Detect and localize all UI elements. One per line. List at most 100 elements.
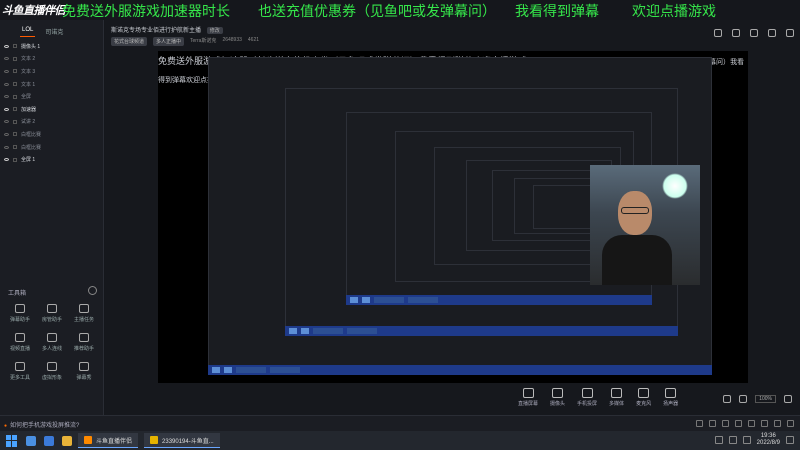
scene-item[interactable]: 白框比赛 xyxy=(4,141,100,154)
camera-icon xyxy=(552,388,564,398)
system-clock[interactable]: 19:36 2022/8/9 xyxy=(757,433,780,447)
lock-icon[interactable] xyxy=(13,132,17,137)
eye-icon[interactable] xyxy=(4,82,9,86)
eye-icon[interactable] xyxy=(4,120,9,124)
lock-icon[interactable] xyxy=(13,157,17,162)
marquee-banner: 斗鱼直播伴侣 免费送外服游戏加速器时长 也送充值优惠券（见鱼吧或发弹幕问） 我看… xyxy=(0,0,800,20)
source-mic[interactable]: 麦克风 xyxy=(636,388,651,407)
expand-icon[interactable] xyxy=(784,395,792,403)
taskbar-app-label: 斗鱼直播伴侣 xyxy=(96,438,133,445)
person-body xyxy=(602,235,672,285)
grid-icon[interactable] xyxy=(768,29,776,37)
settings-icon[interactable] xyxy=(750,29,758,37)
save-icon[interactable] xyxy=(714,29,722,37)
screenshot-icon[interactable] xyxy=(739,395,748,403)
source-toolbar: 直播屏幕 摄像头 手机投屏 多媒体 麦克风 扬声器 xyxy=(518,388,678,407)
eye-icon[interactable] xyxy=(4,145,9,149)
scene-item[interactable]: 全屏 1 xyxy=(4,153,100,166)
taskbar-app-douyu[interactable]: 斗鱼直播伴侣 xyxy=(78,433,139,448)
category-pill[interactable]: 花式台球频道 xyxy=(111,37,148,46)
monitor-icon xyxy=(522,388,534,398)
scene-list: 摄像头 1 文本 2 文本 3 文本 1 全屏 加速器 试讲 2 白框比赛 白框比赛 全屏 1 xyxy=(4,40,100,166)
scene-item[interactable]: 摄像头 1 xyxy=(4,40,100,53)
scene-item[interactable]: 白框比赛 xyxy=(4,128,100,141)
nested-taskbar xyxy=(284,325,678,336)
tab-snooker[interactable]: 司诺克 xyxy=(43,26,65,37)
file-explorer-icon[interactable] xyxy=(62,435,72,446)
task-icon xyxy=(79,304,89,313)
webcam-overlay xyxy=(590,165,700,285)
eye-icon[interactable] xyxy=(4,132,9,136)
eye-icon[interactable] xyxy=(4,158,9,162)
lock-icon[interactable] xyxy=(13,69,17,74)
avatar-icon xyxy=(47,362,57,371)
edge-browser-icon[interactable] xyxy=(44,435,54,446)
search-icon[interactable] xyxy=(26,435,36,446)
lock-icon[interactable] xyxy=(13,56,17,61)
room-title-text: 斯诺克专场专业佰进行护航新主播 xyxy=(111,28,202,34)
source-speaker[interactable]: 扬声器 xyxy=(663,388,678,407)
app-logo: 斗鱼直播伴侣 xyxy=(2,5,66,17)
tool-admin[interactable]: 房管助手 xyxy=(36,304,68,323)
help-notice[interactable]: 如何把手机游戏投屏推流? xyxy=(4,420,79,429)
tool-avatar[interactable]: 虚拟形象 xyxy=(36,362,68,381)
scene-item[interactable]: 试讲 2 xyxy=(4,116,100,129)
room-meta: 花式台球频道 多人正播中 Terra斯诺克 2648933 4621 xyxy=(111,37,259,46)
tray-arrow-icon[interactable] xyxy=(714,436,723,444)
source-phone-cast[interactable]: 手机投屏 xyxy=(577,388,597,407)
source-monitor[interactable]: 直播屏幕 xyxy=(518,388,538,407)
wifi-icon[interactable] xyxy=(728,436,737,444)
source-camera[interactable]: 摄像头 xyxy=(550,388,565,407)
lock-icon[interactable] xyxy=(13,119,17,124)
scene-item[interactable]: 文本 2 xyxy=(4,53,100,66)
zoom-level[interactable]: 100% xyxy=(755,395,776,403)
mode-pill[interactable]: 多人正播中 xyxy=(153,37,185,46)
eye-icon[interactable] xyxy=(4,69,9,73)
fps-icon xyxy=(748,420,755,427)
tool-more[interactable]: 更多工具 xyxy=(4,362,36,381)
fullscreen-icon[interactable] xyxy=(786,29,794,37)
tab-lol[interactable]: LOL xyxy=(20,26,36,37)
tool-link[interactable]: 多人连线 xyxy=(36,333,68,352)
eye-icon[interactable] xyxy=(4,107,9,111)
scene-label: 全屏 1 xyxy=(21,157,36,164)
lock-icon[interactable] xyxy=(13,145,17,150)
source-label: 多媒体 xyxy=(609,401,625,407)
tool-label: 主播任务 xyxy=(73,317,94,323)
mic-icon xyxy=(638,388,650,398)
tool-label: 多人连线 xyxy=(41,346,62,352)
scene-label: 全屏 xyxy=(21,94,32,101)
record-icon[interactable] xyxy=(723,395,732,403)
tool-danmu[interactable]: 弹幕助手 xyxy=(4,304,36,323)
person-glasses xyxy=(621,207,649,214)
show-icon xyxy=(79,362,89,371)
taskbar-app-browser[interactable]: 23390194-斗鱼直... xyxy=(144,433,220,448)
lock-icon[interactable] xyxy=(13,44,17,49)
scene-item[interactable]: 文本 3 xyxy=(4,65,100,78)
toolbox-collapse-icon[interactable] xyxy=(88,286,97,295)
tool-video[interactable]: 视频直播 xyxy=(4,333,36,352)
layout-icon[interactable] xyxy=(732,29,740,37)
eye-icon[interactable] xyxy=(4,95,9,99)
eye-icon[interactable] xyxy=(4,57,9,61)
tool-task[interactable]: 主播任务 xyxy=(68,304,100,323)
edit-title-button[interactable]: 修改 xyxy=(206,27,223,34)
tool-show[interactable]: 弹幕秀 xyxy=(68,362,100,381)
scene-item[interactable]: 文本 1 xyxy=(4,78,100,91)
eye-icon[interactable] xyxy=(4,44,9,48)
scene-label: 文本 1 xyxy=(21,81,36,88)
tool-label: 弹幕秀 xyxy=(76,375,92,381)
scene-label: 白框比赛 xyxy=(21,131,42,138)
nested-taskbar xyxy=(345,295,653,306)
volume-icon[interactable] xyxy=(742,436,751,444)
speaker-icon xyxy=(665,388,677,398)
lock-icon[interactable] xyxy=(13,94,17,99)
tool-recommend[interactable]: 推荐助手 xyxy=(68,333,100,352)
lock-icon[interactable] xyxy=(13,82,17,87)
notification-icon[interactable] xyxy=(786,436,794,444)
scene-item[interactable]: 全屏 xyxy=(4,90,100,103)
lock-icon[interactable] xyxy=(13,107,17,112)
scene-item[interactable]: 加速器 xyxy=(4,103,100,116)
windows-start-icon[interactable] xyxy=(6,434,18,447)
source-media[interactable]: 多媒体 xyxy=(609,388,624,407)
